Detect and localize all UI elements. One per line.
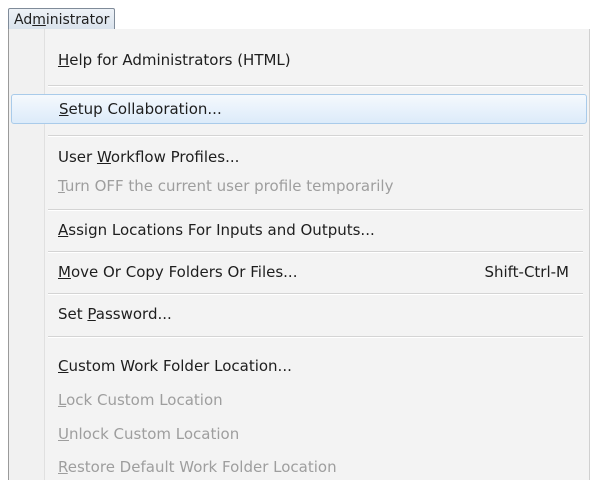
menu-item-label: Help for Administrators (HTML) xyxy=(58,51,291,69)
menu-item-move-or-copy[interactable]: Move Or Copy Folders Or Files... Shift-C… xyxy=(9,257,589,287)
menu-separator xyxy=(48,135,583,137)
menu-item-label: Setup Collaboration... xyxy=(59,100,222,118)
menu-item-label: Unlock Custom Location xyxy=(58,425,240,443)
menu-item-turn-off-user-profile: Turn OFF the current user profile tempor… xyxy=(9,171,589,201)
menu-separator xyxy=(48,85,583,87)
menu-separator xyxy=(48,209,583,211)
menu-item-label: User Workflow Profiles... xyxy=(58,148,240,166)
menu-item-shortcut: Shift-Ctrl-M xyxy=(484,263,569,281)
menu-title-access-key: m xyxy=(32,12,46,28)
menu-item-unlock-custom-location: Unlock Custom Location xyxy=(9,419,589,449)
menu-item-label: Assign Locations For Inputs and Outputs.… xyxy=(58,221,375,239)
screen: Administrator Help for Administrators (H… xyxy=(0,0,597,485)
menu-item-label: Turn OFF the current user profile tempor… xyxy=(58,177,394,195)
menu-title-pre: Ad xyxy=(14,12,33,28)
menu-item-assign-locations[interactable]: Assign Locations For Inputs and Outputs.… xyxy=(9,215,589,245)
menu-item-lock-custom-location: Lock Custom Location xyxy=(9,385,589,415)
menu-separator xyxy=(48,336,583,338)
menu-item-label: Move Or Copy Folders Or Files... xyxy=(58,263,298,281)
menu-title-post: inistrator xyxy=(45,12,110,28)
administrator-dropdown-menu: Help for Administrators (HTML) Setup Col… xyxy=(8,29,590,480)
menu-item-user-workflow-profiles[interactable]: User Workflow Profiles... xyxy=(9,142,589,172)
menu-item-restore-default-location: Restore Default Work Folder Location xyxy=(9,452,589,482)
administrator-menu-title[interactable]: Administrator xyxy=(8,8,116,30)
menu-item-help-for-administrators[interactable]: Help for Administrators (HTML) xyxy=(9,45,589,75)
menu-item-setup-collaboration[interactable]: Setup Collaboration... xyxy=(11,94,587,124)
menu-separator xyxy=(48,293,583,295)
menu-item-label: Custom Work Folder Location... xyxy=(58,357,292,375)
menu-item-label: Restore Default Work Folder Location xyxy=(58,458,337,476)
menu-item-label: Lock Custom Location xyxy=(58,391,223,409)
menu-item-label: Set Password... xyxy=(58,305,172,323)
menu-item-set-password[interactable]: Set Password... xyxy=(9,299,589,329)
menu-item-custom-work-folder-location[interactable]: Custom Work Folder Location... xyxy=(9,351,589,381)
menu-separator xyxy=(48,251,583,253)
